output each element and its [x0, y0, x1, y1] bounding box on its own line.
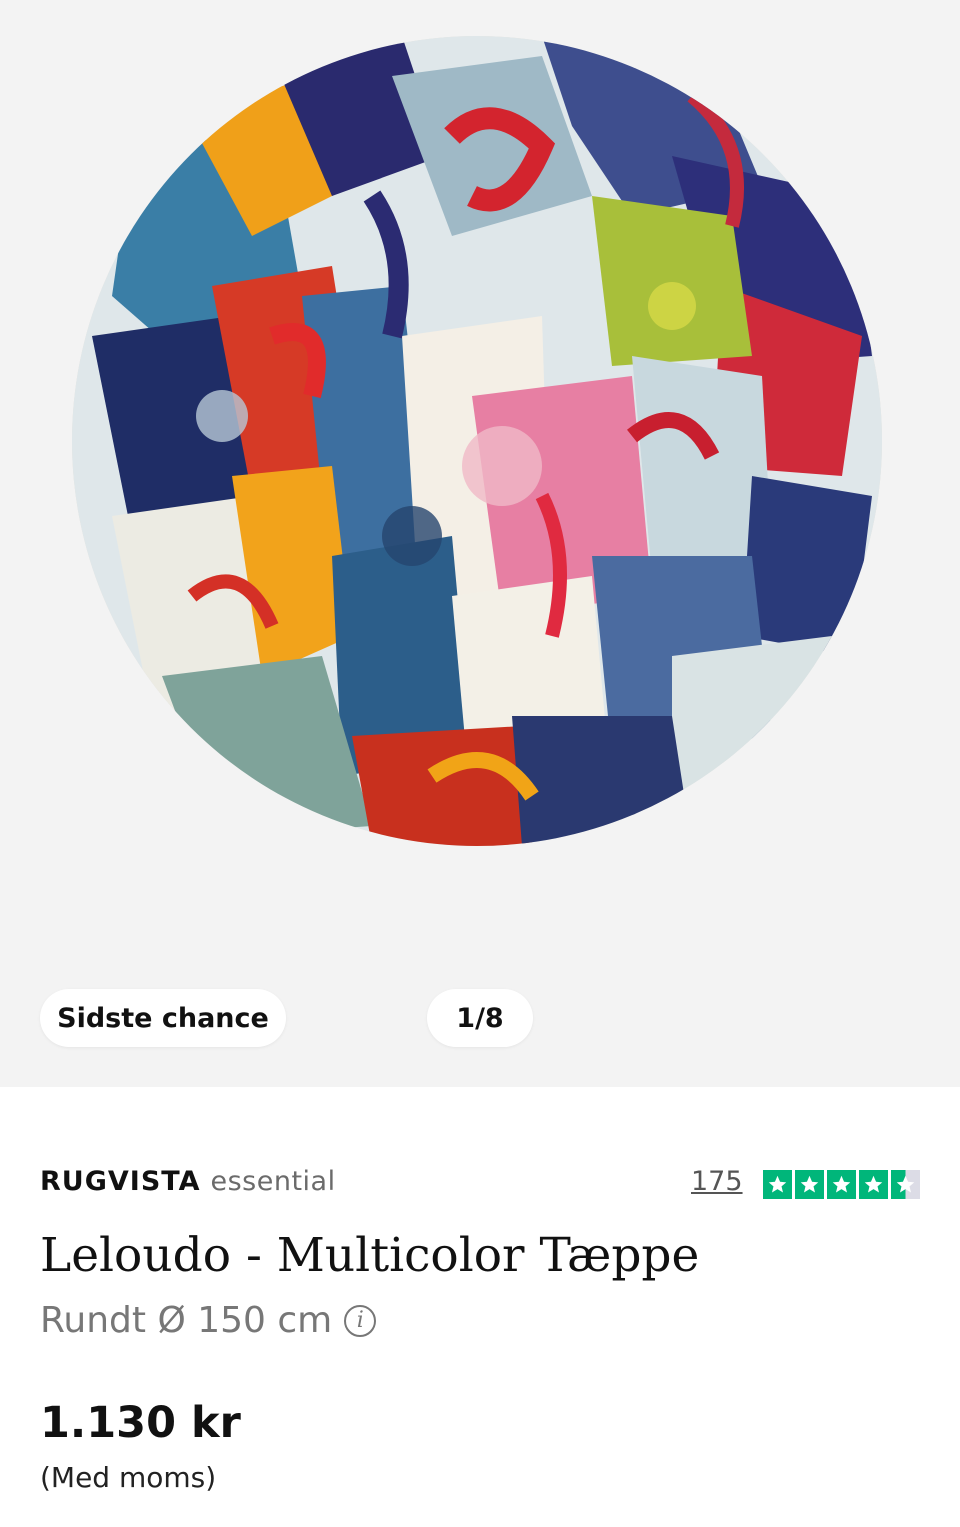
product-price: 1.130 kr [40, 1398, 241, 1448]
vat-note: (Med moms) [40, 1461, 217, 1494]
brand-line: essential [210, 1166, 336, 1197]
info-icon[interactable]: i [344, 1304, 377, 1337]
star-icon [859, 1170, 888, 1199]
product-title: Leloudo - Multicolor Tæppe [40, 1228, 700, 1283]
review-count-link[interactable]: 175 [691, 1166, 743, 1197]
star-icon [795, 1170, 824, 1199]
size-label: Rundt Ø 150 cm [40, 1300, 333, 1341]
brand-logo[interactable]: RUGVISTA essential [40, 1166, 336, 1197]
brand-name: RUGVISTA [40, 1166, 201, 1197]
counter-label: 1/8 [456, 1002, 504, 1034]
star-icon [763, 1170, 792, 1199]
trustpilot-rating[interactable] [763, 1170, 920, 1199]
star-icon [827, 1170, 856, 1199]
rug-image[interactable] [72, 36, 882, 846]
image-counter: 1/8 [427, 989, 533, 1047]
product-gallery[interactable]: Sidste chance 1/8 [0, 0, 960, 1087]
badge-label: Sidste chance [57, 1002, 269, 1034]
product-size: Rundt Ø 150 cm i [40, 1300, 377, 1341]
half-star-icon [891, 1170, 920, 1199]
last-chance-badge: Sidste chance [40, 989, 286, 1047]
